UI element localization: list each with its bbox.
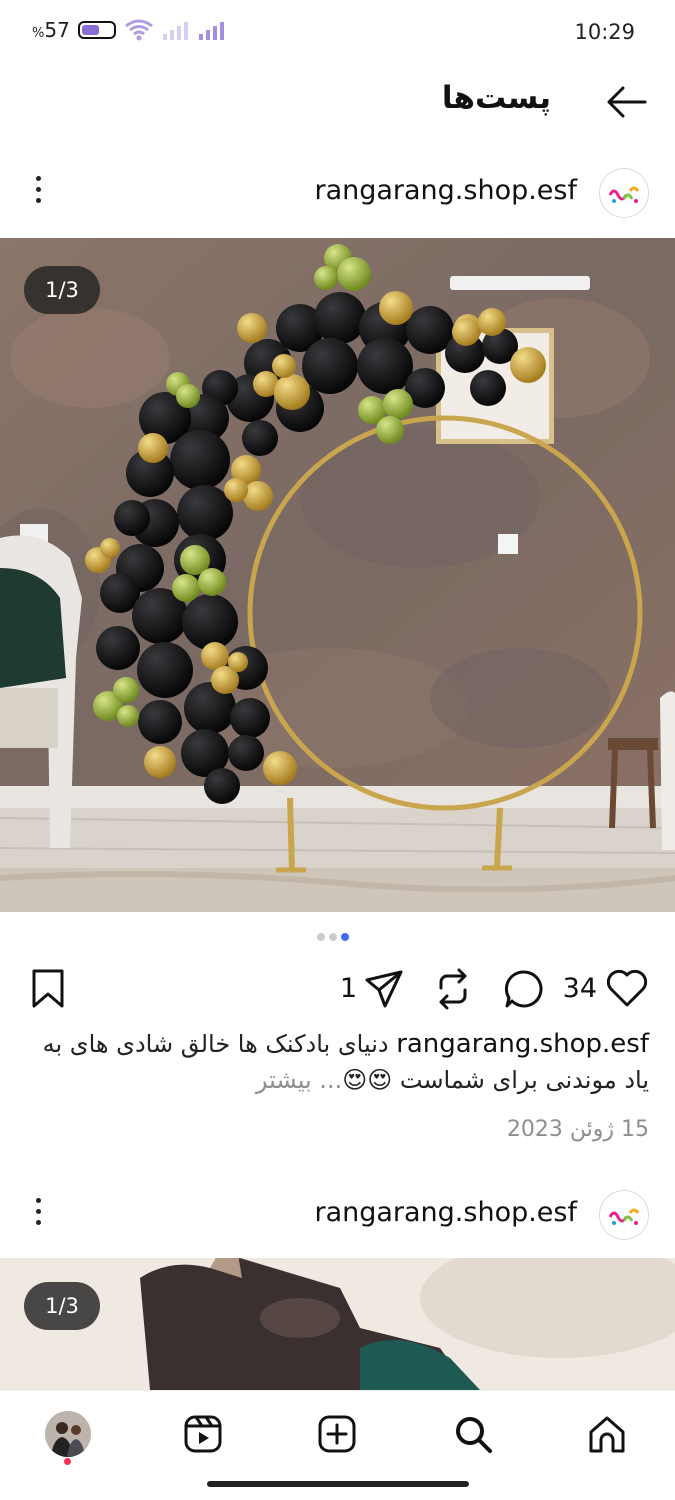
nav-home[interactable] [584,1411,630,1457]
like-count[interactable]: 34 [563,973,597,1004]
battery-percent: %57 [32,18,70,42]
signal-icon-2 [198,22,224,40]
caption-more-link[interactable]: ... بیشتر [256,1066,342,1094]
repost-icon [439,968,467,1010]
home-indicator[interactable] [207,1481,469,1487]
heart-icon [606,969,648,1007]
post-caption: rangarang.shop.esf دنیای بادکنک ها خالق … [24,1026,649,1098]
carousel-dot [329,933,337,941]
nav-search[interactable] [450,1411,496,1457]
share-count: 1 [339,973,357,1004]
post-image[interactable]: 1/3 [0,238,675,912]
bookmark-icon [32,969,64,1008]
post-username[interactable]: rangarang.shop.esf [314,175,577,206]
notification-dot [64,1458,71,1465]
cake-photo [0,1258,675,1390]
send-icon [365,970,403,1008]
carousel-dot [317,933,325,941]
carousel-dots [317,933,349,941]
shop-logo [600,169,648,217]
nav-profile[interactable] [45,1411,91,1457]
like-button[interactable] [605,968,649,1008]
nav-reels[interactable] [180,1411,226,1457]
top-app-bar: پست‌ها [0,66,675,136]
image-counter-badge: 1/3 [24,1282,100,1330]
share-button[interactable] [363,968,405,1010]
arrow-right-icon [607,86,647,118]
balloon-arch-photo [0,238,675,912]
status-icons: %57 [32,18,226,42]
search-icon [456,1417,492,1453]
carousel-dot-active [341,933,349,941]
profile-avatar [45,1411,91,1457]
nav-create[interactable] [314,1411,360,1457]
post-image[interactable]: 1/3 [0,1258,675,1390]
more-options-button[interactable] [26,1192,50,1238]
comment-button[interactable] [503,968,545,1010]
back-button[interactable] [605,80,649,124]
post-username[interactable]: rangarang.shop.esf [314,1197,577,1228]
shop-logo [600,1191,648,1239]
image-counter-badge: 1/3 [24,266,100,314]
caption-username[interactable]: rangarang.shop.esf [396,1029,649,1059]
more-options-button[interactable] [26,170,50,216]
post-header: rangarang.shop.esf [0,1180,675,1250]
status-bar: %57 10:29 [0,0,675,66]
signal-icon [162,22,188,40]
battery-icon [77,21,116,39]
wifi-icon [124,19,153,41]
comment-icon [504,970,543,1008]
clock: 10:29 [574,20,635,44]
post-date: 15 ژوئن 2023 [506,1117,649,1142]
repost-button[interactable] [433,968,473,1010]
post-actions: 34 1 [0,960,675,1020]
post-header: rangarang.shop.esf [0,158,675,228]
home-icon [589,1416,625,1453]
add-post-icon [318,1415,356,1453]
account-avatar[interactable] [599,1190,649,1240]
save-button[interactable] [30,968,66,1010]
account-avatar[interactable] [599,168,649,218]
page-title: پست‌ها [441,80,551,116]
reels-icon [184,1415,222,1453]
